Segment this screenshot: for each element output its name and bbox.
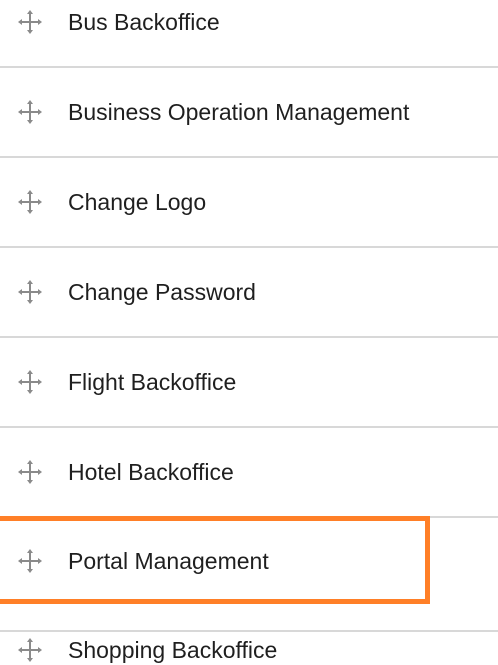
divider <box>0 336 498 338</box>
move-icon[interactable] <box>18 190 42 214</box>
selection-highlight <box>0 516 430 604</box>
divider <box>0 630 498 632</box>
move-icon[interactable] <box>18 370 42 394</box>
move-icon[interactable] <box>18 10 42 34</box>
menu-item-label: Hotel Backoffice <box>68 459 234 485</box>
divider <box>0 156 498 158</box>
divider <box>0 246 498 248</box>
menu-item-shopping-backoffice[interactable]: Shopping Backoffice <box>0 637 498 663</box>
menu-item-flight-backoffice[interactable]: Flight Backoffice <box>0 369 498 395</box>
menu-item-label: Business Operation Management <box>68 99 410 125</box>
move-icon[interactable] <box>18 638 42 662</box>
menu-item-label: Change Logo <box>68 189 207 215</box>
menu-item-label: Change Password <box>68 279 256 305</box>
menu-item-change-logo[interactable]: Change Logo <box>0 189 498 215</box>
menu-item-hotel-backoffice[interactable]: Hotel Backoffice <box>0 459 498 485</box>
menu-item-label: Bus Backoffice <box>68 9 220 35</box>
move-icon[interactable] <box>18 100 42 124</box>
menu-item-label: Shopping Backoffice <box>68 637 278 663</box>
divider <box>0 66 498 68</box>
move-icon[interactable] <box>18 460 42 484</box>
move-icon[interactable] <box>18 280 42 304</box>
menu-item-bus-backoffice[interactable]: Bus Backoffice <box>0 9 498 35</box>
menu-item-label: Flight Backoffice <box>68 369 237 395</box>
menu-item-change-password[interactable]: Change Password <box>0 279 498 305</box>
divider <box>0 426 498 428</box>
menu-item-business-operation-management[interactable]: Business Operation Management <box>0 99 498 125</box>
